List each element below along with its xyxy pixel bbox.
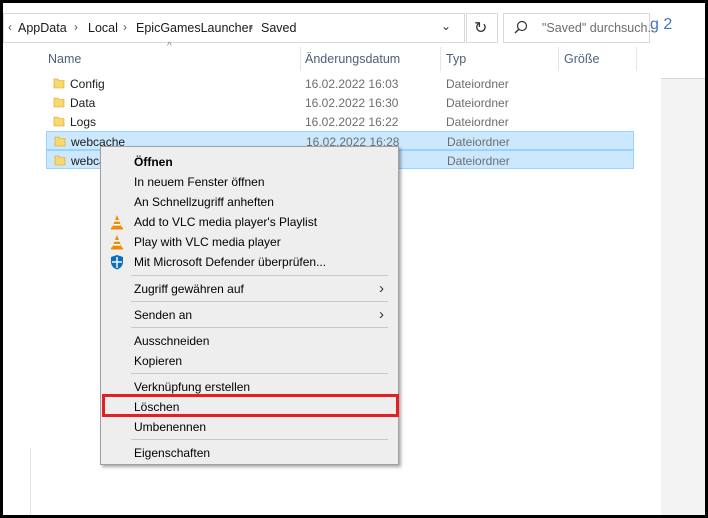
menu-item-label: Umbenennen <box>134 420 207 434</box>
file-row[interactable]: Data 16.02.2022 16:30 Dateiordner <box>46 93 634 112</box>
file-type: Dateiordner <box>446 96 509 110</box>
column-header-date[interactable]: Änderungsdatum <box>305 52 400 66</box>
menu-item-label: An Schnellzugriff anheften <box>134 195 274 209</box>
defender-shield-icon <box>109 254 125 270</box>
breadcrumb-separator[interactable]: › <box>74 20 78 34</box>
address-bar[interactable]: ‹ AppData › Local › EpicGamesLauncher › … <box>3 13 465 43</box>
background-window-header <box>661 43 705 79</box>
menu-separator <box>131 275 388 276</box>
file-date: 16.02.2022 16:03 <box>305 77 399 91</box>
menu-item-rename[interactable]: Umbenennen <box>101 417 398 437</box>
folder-icon <box>54 135 66 150</box>
menu-item-copy[interactable]: Kopieren <box>101 351 398 371</box>
column-header-size[interactable]: Größe <box>564 52 599 66</box>
vlc-cone-icon <box>109 214 125 230</box>
column-header-name[interactable]: Name <box>48 52 81 66</box>
menu-item-pin-quick-access[interactable]: An Schnellzugriff anheften <box>101 192 398 212</box>
file-explorer-window: g 2 ‹ AppData › Local › EpicGamesLaunche… <box>3 3 705 515</box>
refresh-button[interactable]: ↻ <box>466 13 498 43</box>
menu-separator <box>131 327 388 328</box>
vlc-cone-icon <box>109 234 125 250</box>
menu-item-label: Eigenschaften <box>134 446 211 460</box>
column-divider[interactable] <box>636 47 637 71</box>
menu-item-send-to[interactable]: Senden an › <box>101 305 398 325</box>
file-name: Config <box>70 77 105 91</box>
menu-item-label: Play with VLC media player <box>134 235 281 249</box>
folder-icon <box>53 96 65 111</box>
menu-item-properties[interactable]: Eigenschaften <box>101 443 398 463</box>
menu-item-label: Kopieren <box>134 354 183 368</box>
menu-item-label: Verknüpfung erstellen <box>134 380 251 394</box>
menu-item-defender-scan[interactable]: Mit Microsoft Defender überprüfen... <box>101 252 398 272</box>
menu-separator <box>131 439 388 440</box>
breadcrumb-epicgameslauncher[interactable]: EpicGamesLauncher <box>136 21 253 35</box>
search-placeholder: "Saved" durchsuch... <box>542 21 658 35</box>
back-chevron-icon[interactable]: ‹ <box>8 20 12 34</box>
menu-item-label: Add to VLC media player's Playlist <box>134 215 318 229</box>
file-row[interactable]: Config 16.02.2022 16:03 Dateiordner <box>46 74 634 93</box>
breadcrumb-appdata[interactable]: AppData <box>18 21 67 35</box>
file-type: Dateiordner <box>446 115 509 129</box>
breadcrumb-local[interactable]: Local <box>88 21 118 35</box>
file-name: Logs <box>70 115 97 129</box>
refresh-icon: ↻ <box>474 20 488 37</box>
breadcrumb-separator[interactable]: › <box>249 20 253 34</box>
menu-item-cut[interactable]: Ausschneiden <box>101 331 398 351</box>
pane-divider <box>30 448 31 515</box>
file-date: 16.02.2022 16:30 <box>305 96 399 110</box>
column-divider[interactable] <box>558 47 559 71</box>
search-icon <box>514 20 528 37</box>
file-name: Data <box>70 96 96 110</box>
file-type: Dateiordner <box>446 77 509 91</box>
file-date: 16.02.2022 16:22 <box>305 115 399 129</box>
background-window <box>661 43 705 515</box>
menu-item-label: Zugriff gewähren auf <box>134 282 244 296</box>
file-type: Dateiordner <box>447 135 510 149</box>
context-menu: Öffnen In neuem Fenster öffnen An Schnel… <box>100 146 399 465</box>
menu-item-label: In neuem Fenster öffnen <box>134 175 265 189</box>
sort-ascending-icon: ^ <box>167 41 172 52</box>
file-type: Dateiordner <box>447 154 510 168</box>
file-row[interactable]: Logs 16.02.2022 16:22 Dateiordner <box>46 112 634 131</box>
folder-icon <box>53 115 65 130</box>
column-divider[interactable] <box>300 47 301 71</box>
delete-highlight-box <box>102 394 399 417</box>
chevron-right-icon: › <box>379 306 384 323</box>
menu-item-open[interactable]: Öffnen <box>101 152 398 172</box>
column-header-type[interactable]: Typ <box>446 52 466 66</box>
address-dropdown-icon[interactable]: ⌄ <box>441 19 451 33</box>
menu-item-vlc-add-playlist[interactable]: Add to VLC media player's Playlist <box>101 212 398 232</box>
menu-item-label: Mit Microsoft Defender überprüfen... <box>134 255 327 269</box>
folder-icon <box>53 77 65 92</box>
menu-item-vlc-play[interactable]: Play with VLC media player <box>101 232 398 252</box>
menu-item-label: Senden an <box>134 308 193 322</box>
search-input[interactable]: "Saved" durchsuch... <box>503 13 658 43</box>
breadcrumb-saved[interactable]: Saved <box>261 21 296 35</box>
chevron-right-icon: › <box>379 280 384 297</box>
menu-separator <box>131 301 388 302</box>
menu-item-give-access[interactable]: Zugriff gewähren auf › <box>101 279 398 299</box>
breadcrumb-separator[interactable]: › <box>123 20 127 34</box>
menu-item-label: Öffnen <box>134 155 173 169</box>
menu-item-label: Ausschneiden <box>134 334 210 348</box>
folder-icon <box>54 154 66 169</box>
menu-item-open-new-window[interactable]: In neuem Fenster öffnen <box>101 172 398 192</box>
menu-separator <box>131 373 388 374</box>
column-divider[interactable] <box>440 47 441 71</box>
